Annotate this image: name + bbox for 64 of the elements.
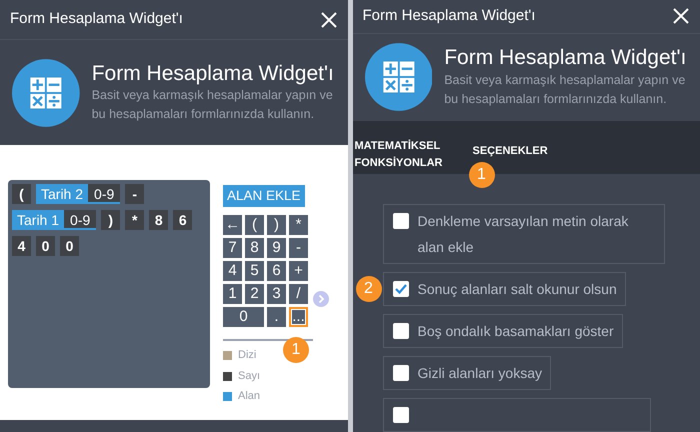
tab[interactable]: MATEMATİKSEL FONKSİYONLAR xyxy=(354,138,442,172)
keypad-key[interactable]: 4 xyxy=(223,261,242,282)
keypad-key[interactable]: 7 xyxy=(223,238,242,258)
keypad-key[interactable]: 9 xyxy=(267,238,286,258)
keypad-key[interactable]: ... xyxy=(289,307,308,328)
operator-token: ) xyxy=(101,210,120,230)
widget-name: Form Hesaplama Widget'ı xyxy=(92,60,335,86)
keypad-key[interactable]: . xyxy=(267,307,286,328)
keypad-key[interactable]: - xyxy=(289,238,308,258)
keypad-key[interactable]: 1 xyxy=(223,284,242,304)
option-label: Gizli alanları yoksay xyxy=(418,364,542,383)
panel-title: Form Hesaplama Widget'ı xyxy=(362,6,536,26)
widget-description: Basit veya karmaşık hesaplamalar yapın ve bu hesaplamaları formlarınızda kullanın. xyxy=(444,72,686,108)
legend-label: Sayı xyxy=(238,368,260,384)
keypad-key[interactable]: ( xyxy=(245,215,264,236)
keypad-key[interactable]: + xyxy=(289,261,308,282)
callout-marker: 1 xyxy=(468,162,494,188)
field-token: Tarih 1 0-9 xyxy=(12,210,96,230)
keypad-key[interactable]: 5 xyxy=(245,261,264,282)
tab[interactable]: SEÇENEKLER xyxy=(472,143,548,160)
option-label: Sonuç alanları salt okunur olsun xyxy=(418,280,617,299)
calculator-icon xyxy=(364,42,432,112)
option-row[interactable]: Boş ondalık basamakları göster xyxy=(382,314,623,348)
number-token: 0 xyxy=(60,236,79,256)
operator-token: ( xyxy=(12,184,31,204)
number-token: 6 xyxy=(173,210,192,230)
keypad-key[interactable]: * xyxy=(289,215,308,236)
widget-name: Form Hesaplama Widget'ı xyxy=(444,45,688,71)
panel-title: Form Hesaplama Widget'ı xyxy=(10,9,183,30)
option-row[interactable]: Sonuç alanları salt okunur olsun xyxy=(382,272,626,306)
operator-token: - xyxy=(125,184,144,204)
checkmark-icon xyxy=(394,284,406,294)
checkbox[interactable] xyxy=(392,323,408,339)
option-label: Denkleme varsayılan metin olarak alan ekle xyxy=(418,212,630,257)
option-row[interactable] xyxy=(382,398,650,432)
option-row[interactable]: Gizli alanları yoksay xyxy=(382,356,551,390)
legend-label: Dizi xyxy=(238,348,256,364)
keypad-key[interactable]: 6 xyxy=(267,261,286,282)
checkbox[interactable] xyxy=(392,213,408,229)
operator-token: * xyxy=(125,210,144,230)
keypad-key[interactable]: 3 xyxy=(267,284,286,304)
keypad-key[interactable]: ) xyxy=(267,215,286,236)
option-row[interactable]: Denkleme varsayılan metin olarak alan ekle xyxy=(382,204,664,264)
formula-editor[interactable]: ( Tarih 2 0-9 - Tarih 1 0-9 ) * 8 6 4 0 0 xyxy=(8,180,210,388)
field-token: Tarih 2 0-9 xyxy=(36,184,120,204)
keypad-key[interactable]: 2 xyxy=(245,284,264,304)
keypad-key[interactable]: / xyxy=(289,284,308,304)
close-button[interactable] xyxy=(672,7,690,26)
legend-label: Alan xyxy=(238,389,260,404)
callout-marker: 2 xyxy=(356,276,382,302)
number-token: 0 xyxy=(36,236,55,256)
callout-marker: 1 xyxy=(283,337,309,364)
number-token: 8 xyxy=(149,210,168,230)
close-button[interactable] xyxy=(320,10,338,28)
checkbox[interactable] xyxy=(392,281,408,297)
number-token: 4 xyxy=(12,236,31,256)
keypad-key[interactable]: 8 xyxy=(245,238,264,258)
option-label: Boş ondalık basamakları göster xyxy=(418,322,614,341)
keypad-key[interactable]: 0 xyxy=(223,307,264,328)
calculator-icon xyxy=(12,58,80,128)
keypad-key[interactable]: ← xyxy=(223,215,242,236)
checkbox[interactable] xyxy=(392,407,408,423)
widget-description: Basit veya karmaşık hesaplamalar yapın ve bu hesaplamaları formlarınızda kullanın. xyxy=(92,86,334,124)
checkbox[interactable] xyxy=(392,365,408,381)
